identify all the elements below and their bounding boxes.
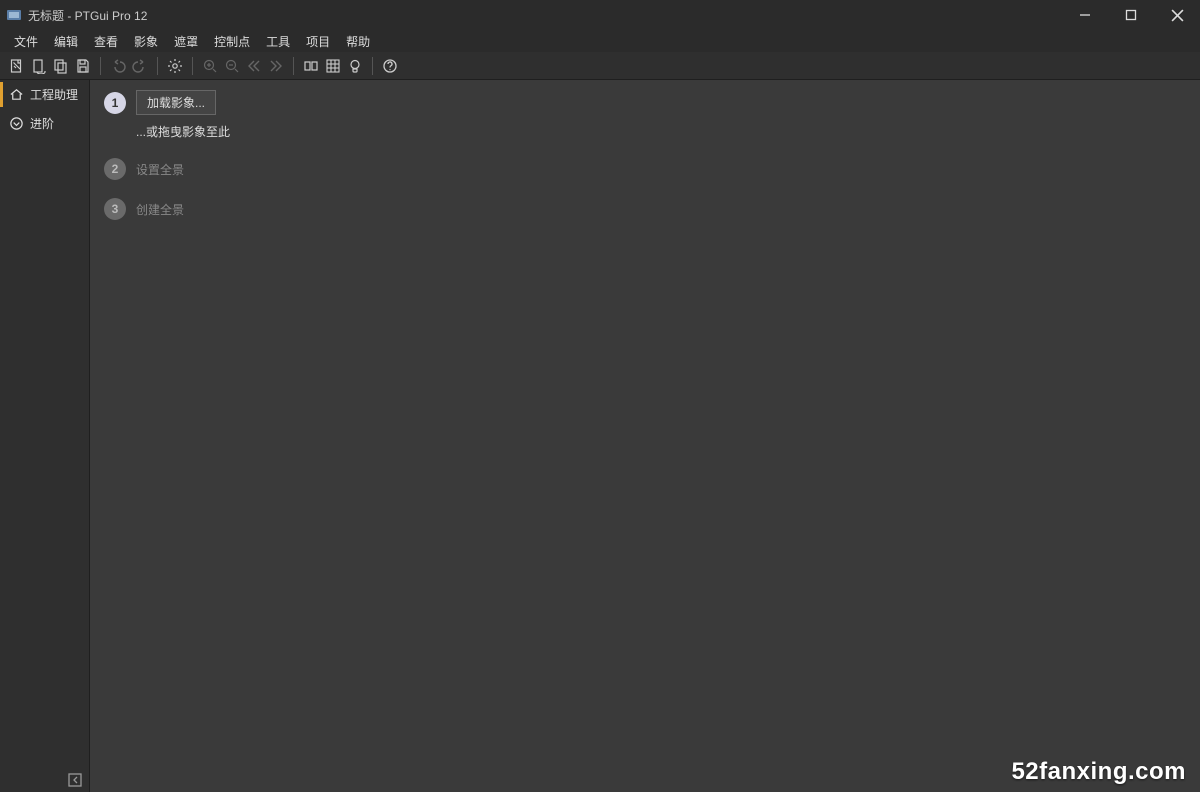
menu-image[interactable]: 影象 <box>128 31 164 52</box>
open-project-icon[interactable] <box>28 55 50 77</box>
toolbar <box>0 52 1200 80</box>
step-1: 1 加载影象... <box>104 90 1186 115</box>
panorama-editor-icon[interactable] <box>300 55 322 77</box>
zoom-out-icon[interactable] <box>221 55 243 77</box>
toolbar-separator <box>293 57 294 75</box>
toolbar-separator <box>157 57 158 75</box>
maximize-button[interactable] <box>1108 0 1154 30</box>
menu-ctrlpts[interactable]: 控制点 <box>208 31 256 52</box>
sidebar: 工程助理 进阶 <box>0 80 90 792</box>
sidebar-item-label: 工程助理 <box>30 86 78 103</box>
app-icon <box>6 7 22 23</box>
redo-icon[interactable] <box>129 55 151 77</box>
save-icon[interactable] <box>72 55 94 77</box>
collapse-sidebar-button[interactable] <box>0 768 89 792</box>
main-area: 工程助理 进阶 1 加载影象... ...或拖曳影象至此 2 设置全景 3 创建… <box>0 80 1200 792</box>
first-icon[interactable] <box>243 55 265 77</box>
chevron-down-circle-icon <box>8 116 24 132</box>
load-images-button[interactable]: 加载影象... <box>136 90 216 115</box>
watermark: 52fanxing.com <box>1011 758 1186 786</box>
zoom-in-icon[interactable] <box>199 55 221 77</box>
content-area: 1 加载影象... ...或拖曳影象至此 2 设置全景 3 创建全景 52fan… <box>90 80 1200 792</box>
undo-icon[interactable] <box>107 55 129 77</box>
step-3: 3 创建全景 <box>104 198 1186 220</box>
titlebar: 无标题 - PTGui Pro 12 <box>0 0 1200 30</box>
step-2: 2 设置全景 <box>104 158 1186 180</box>
help-icon[interactable] <box>379 55 401 77</box>
home-icon <box>8 87 24 103</box>
sidebar-item-advanced[interactable]: 进阶 <box>0 109 89 138</box>
bulb-icon[interactable] <box>344 55 366 77</box>
drag-hint: ...或拖曳影象至此 <box>104 123 1186 140</box>
menu-edit[interactable]: 编辑 <box>48 31 84 52</box>
minimize-button[interactable] <box>1062 0 1108 30</box>
menu-mask[interactable]: 遮罩 <box>168 31 204 52</box>
new-project-icon[interactable] <box>6 55 28 77</box>
step-badge-1: 1 <box>104 92 126 114</box>
toolbar-separator <box>100 57 101 75</box>
toolbar-separator <box>372 57 373 75</box>
last-icon[interactable] <box>265 55 287 77</box>
copy-icon[interactable] <box>50 55 72 77</box>
close-button[interactable] <box>1154 0 1200 30</box>
grid-icon[interactable] <box>322 55 344 77</box>
menubar: 文件 编辑 查看 影象 遮罩 控制点 工具 项目 帮助 <box>0 30 1200 52</box>
menu-file[interactable]: 文件 <box>8 31 44 52</box>
step-badge-3: 3 <box>104 198 126 220</box>
step-badge-2: 2 <box>104 158 126 180</box>
menu-view[interactable]: 查看 <box>88 31 124 52</box>
menu-tools[interactable]: 工具 <box>260 31 296 52</box>
sidebar-item-label: 进阶 <box>30 115 54 132</box>
menu-project[interactable]: 项目 <box>300 31 336 52</box>
menu-help[interactable]: 帮助 <box>340 31 376 52</box>
window-title: 无标题 - PTGui Pro 12 <box>28 7 147 24</box>
window-controls <box>1062 0 1200 30</box>
toolbar-separator <box>192 57 193 75</box>
step-3-label: 创建全景 <box>136 201 184 218</box>
sidebar-item-assistant[interactable]: 工程助理 <box>0 80 89 109</box>
step-2-label: 设置全景 <box>136 161 184 178</box>
settings-icon[interactable] <box>164 55 186 77</box>
